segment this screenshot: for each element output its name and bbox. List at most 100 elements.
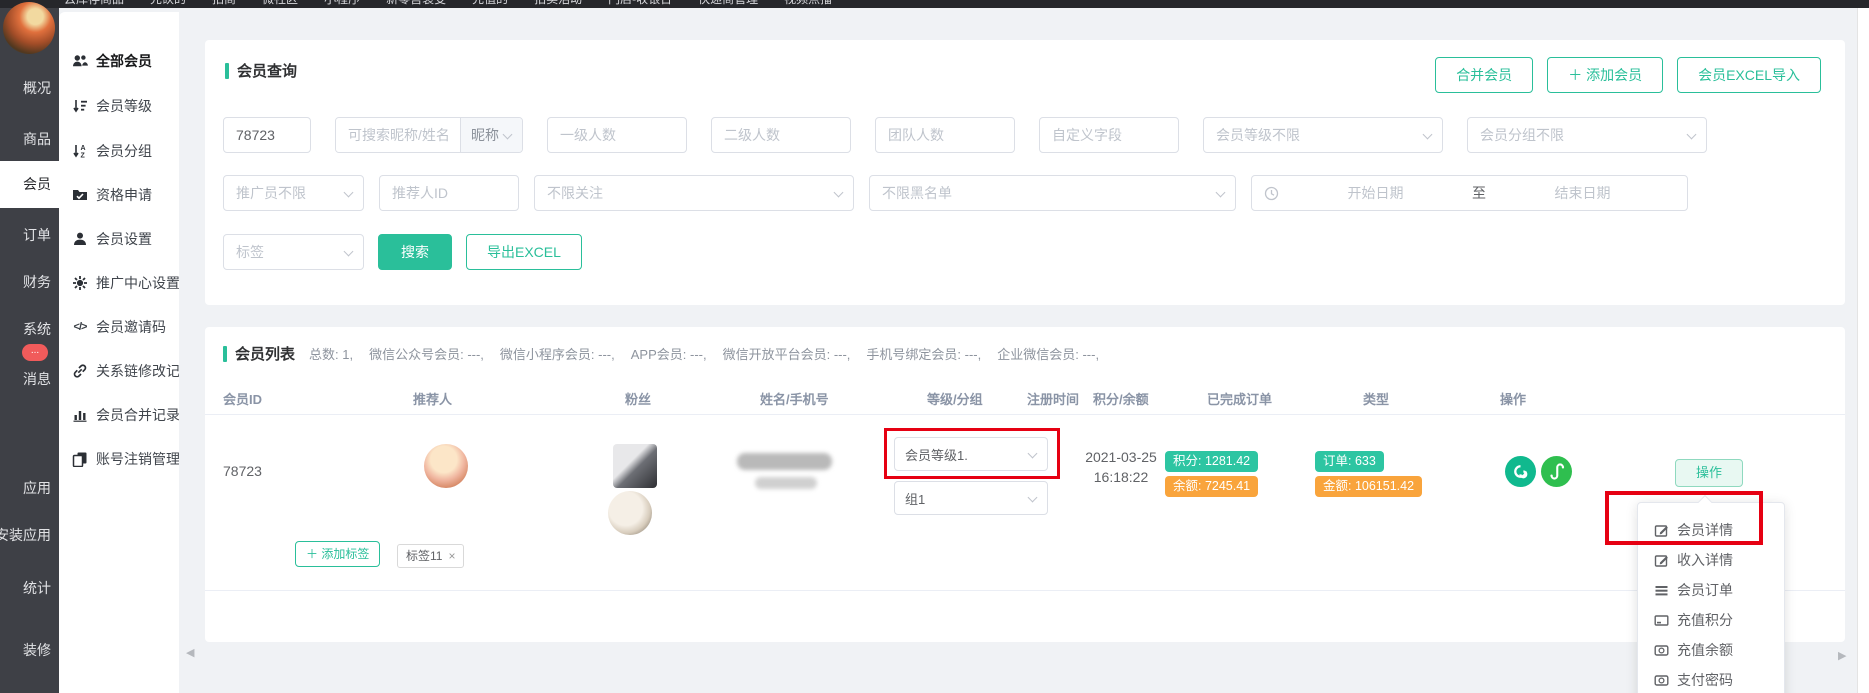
pen-icon — [1654, 523, 1669, 538]
topnav-item[interactable]: 门店-收银台 — [608, 0, 672, 7]
topnav-item[interactable]: 拍商 — [212, 0, 236, 7]
sidebar-item-statistics[interactable]: 统计 — [0, 578, 59, 598]
topnav-item[interactable]: 先砍的 — [150, 0, 186, 7]
register-date-range[interactable]: 开始日期 至 结束日期 — [1251, 175, 1688, 211]
tag-chip: 标签11 × — [397, 544, 464, 568]
level2-count-input[interactable] — [711, 117, 851, 153]
sidebar-item-account-cancel[interactable]: 账号注销管理 — [59, 448, 179, 470]
sidebar-item-label: 会员分组 — [96, 141, 152, 161]
chevron-down-icon — [1216, 188, 1226, 198]
card-icon — [1654, 613, 1669, 628]
topnav-item[interactable]: 快递商管理 — [698, 0, 758, 7]
code-icon: </> — [72, 319, 88, 335]
member-group-row-select[interactable]: 组1 — [894, 481, 1048, 515]
sidebar-item-finance[interactable]: 财务 — [0, 272, 59, 292]
date-separator: 至 — [1472, 183, 1486, 203]
menu-item-pay-password[interactable]: 支付密码 — [1638, 665, 1784, 693]
amount-badge: 金额: 106151.42 — [1315, 476, 1422, 497]
sidebar-item-overview[interactable]: 概况 — [0, 78, 59, 98]
vertical-scrollbar[interactable] — [1857, 8, 1869, 693]
merge-members-button[interactable]: 合并会员 — [1435, 57, 1533, 93]
member-id-value: 78723 — [223, 463, 262, 479]
open-platform-type-icon — [1505, 456, 1536, 487]
col-fans: 粉丝 — [625, 389, 651, 408]
sidebar-item-label: 会员合并记录 — [96, 405, 179, 425]
member-level-row-select[interactable]: 会员等级1. — [894, 437, 1048, 471]
clock-icon — [1264, 186, 1279, 201]
referrer-avatar[interactable] — [424, 444, 468, 488]
topnav-item[interactable]: 先值的 — [472, 0, 508, 7]
search-type-select[interactable]: 昵称 — [460, 118, 522, 152]
export-excel-button[interactable]: 导出EXCEL — [466, 234, 582, 270]
follow-status-select[interactable]: 不限关注 — [534, 175, 854, 211]
search-button[interactable]: 搜索 — [378, 234, 452, 270]
menu-item-label: 会员订单 — [1677, 580, 1733, 600]
keyword-search-input[interactable] — [336, 118, 460, 152]
sidebar-item-relation-log[interactable]: 关系链修改记录 — [59, 360, 179, 382]
add-tag-button[interactable]: ＋ 添加标签 — [295, 541, 380, 567]
add-member-button[interactable]: ＋ 添加会员 — [1547, 57, 1663, 93]
sidebar-item-system[interactable]: 系统 — [0, 319, 59, 339]
sidebar-item-invite-code[interactable]: </> 会员邀请码 — [59, 316, 179, 338]
date-end-placeholder[interactable]: 结束日期 — [1490, 183, 1675, 203]
topnav-item[interactable]: 微社区 — [262, 0, 298, 7]
sidebar-item-products[interactable]: 商品 — [0, 129, 59, 149]
sidebar-item-messages[interactable]: 消息 — [0, 369, 59, 389]
topnav-item[interactable]: 新零售裂变 — [386, 0, 446, 7]
topnav-item[interactable]: 云库存商品 — [64, 0, 124, 7]
sidebar-item-members-active[interactable]: 会员 — [0, 161, 59, 208]
member-id-input[interactable] — [223, 117, 311, 153]
sidebar-item-orders[interactable]: 订单 — [0, 225, 59, 245]
member-group-select[interactable]: 会员分组不限 — [1467, 117, 1707, 153]
sidebar-item-all-members[interactable]: 全部会员 — [59, 50, 179, 72]
bar-chart-icon — [72, 407, 88, 423]
stat-wechat-official: 微信公众号会员: ---, — [369, 344, 484, 363]
promoter-select[interactable]: 推广员不限 — [223, 175, 364, 211]
user-avatar[interactable] — [3, 2, 55, 54]
topnav-item[interactable]: 视频点播 — [784, 0, 832, 7]
sidebar-item-decorate[interactable]: 装修 — [0, 640, 59, 660]
sidebar-item-apps[interactable]: 应用 — [0, 478, 59, 498]
row-action-button[interactable]: 操作 — [1675, 459, 1743, 487]
menu-item-income-detail[interactable]: 收入详情 — [1638, 545, 1784, 575]
menu-item-member-detail[interactable]: 会员详情 — [1638, 515, 1784, 545]
pen-icon — [1654, 553, 1669, 568]
svg-text:Z: Z — [81, 153, 86, 160]
title-accent-bar — [225, 63, 229, 79]
team-count-input[interactable] — [875, 117, 1015, 153]
member-level-select[interactable]: 会员等级不限 — [1203, 117, 1443, 153]
topnav-item[interactable]: 小程序 — [324, 0, 360, 7]
name-redacted — [737, 453, 832, 470]
topnav-item[interactable]: 拍卖活动 — [534, 0, 582, 7]
level1-count-input[interactable] — [547, 117, 687, 153]
sidebar-item-install-apps[interactable]: 安装应用 — [0, 525, 59, 545]
scroll-right-arrow[interactable]: ▶ — [1838, 649, 1846, 662]
scroll-left-arrow[interactable]: ◀ — [186, 646, 194, 659]
sidebar-item-promotion-settings[interactable]: 推广中心设置 — [59, 272, 179, 294]
member-excel-import-button[interactable]: 会员EXCEL导入 — [1677, 57, 1821, 93]
follow-status-value: 不限关注 — [547, 183, 603, 203]
menu-item-recharge-balance[interactable]: 充值余额 — [1638, 635, 1784, 665]
fans-avatar-2[interactable] — [608, 491, 652, 535]
user-icon — [72, 231, 88, 247]
tag-select[interactable]: 标签 — [223, 234, 364, 270]
sidebar-item-merge-log[interactable]: 会员合并记录 — [59, 404, 179, 426]
blacklist-select[interactable]: 不限黑名单 — [869, 175, 1236, 211]
sidebar-item-label: 会员等级 — [96, 96, 152, 116]
sidebar-item-member-settings[interactable]: 会员设置 — [59, 228, 179, 250]
custom-field-input[interactable] — [1039, 117, 1179, 153]
sidebar-item-member-levels[interactable]: 会员等级 — [59, 95, 179, 117]
folder-check-icon — [72, 187, 88, 203]
menu-item-recharge-points[interactable]: 充值积分 — [1638, 605, 1784, 635]
menu-item-member-orders[interactable]: 会员订单 — [1638, 575, 1784, 605]
sidebar-item-member-groups[interactable]: AZ 会员分组 — [59, 140, 179, 162]
referrer-id-input[interactable] — [379, 175, 519, 211]
sidebar-item-qualification[interactable]: 资格申请 — [59, 184, 179, 206]
chevron-down-icon — [503, 130, 513, 140]
menu-item-label: 支付密码 — [1677, 670, 1733, 690]
fans-avatar[interactable] — [613, 444, 657, 488]
tag-remove-icon[interactable]: × — [448, 545, 455, 567]
register-date: 2021-03-25 — [1061, 449, 1181, 465]
date-start-placeholder[interactable]: 开始日期 — [1283, 183, 1468, 203]
stat-phone-bound: 手机号绑定会员: ---, — [866, 344, 981, 363]
